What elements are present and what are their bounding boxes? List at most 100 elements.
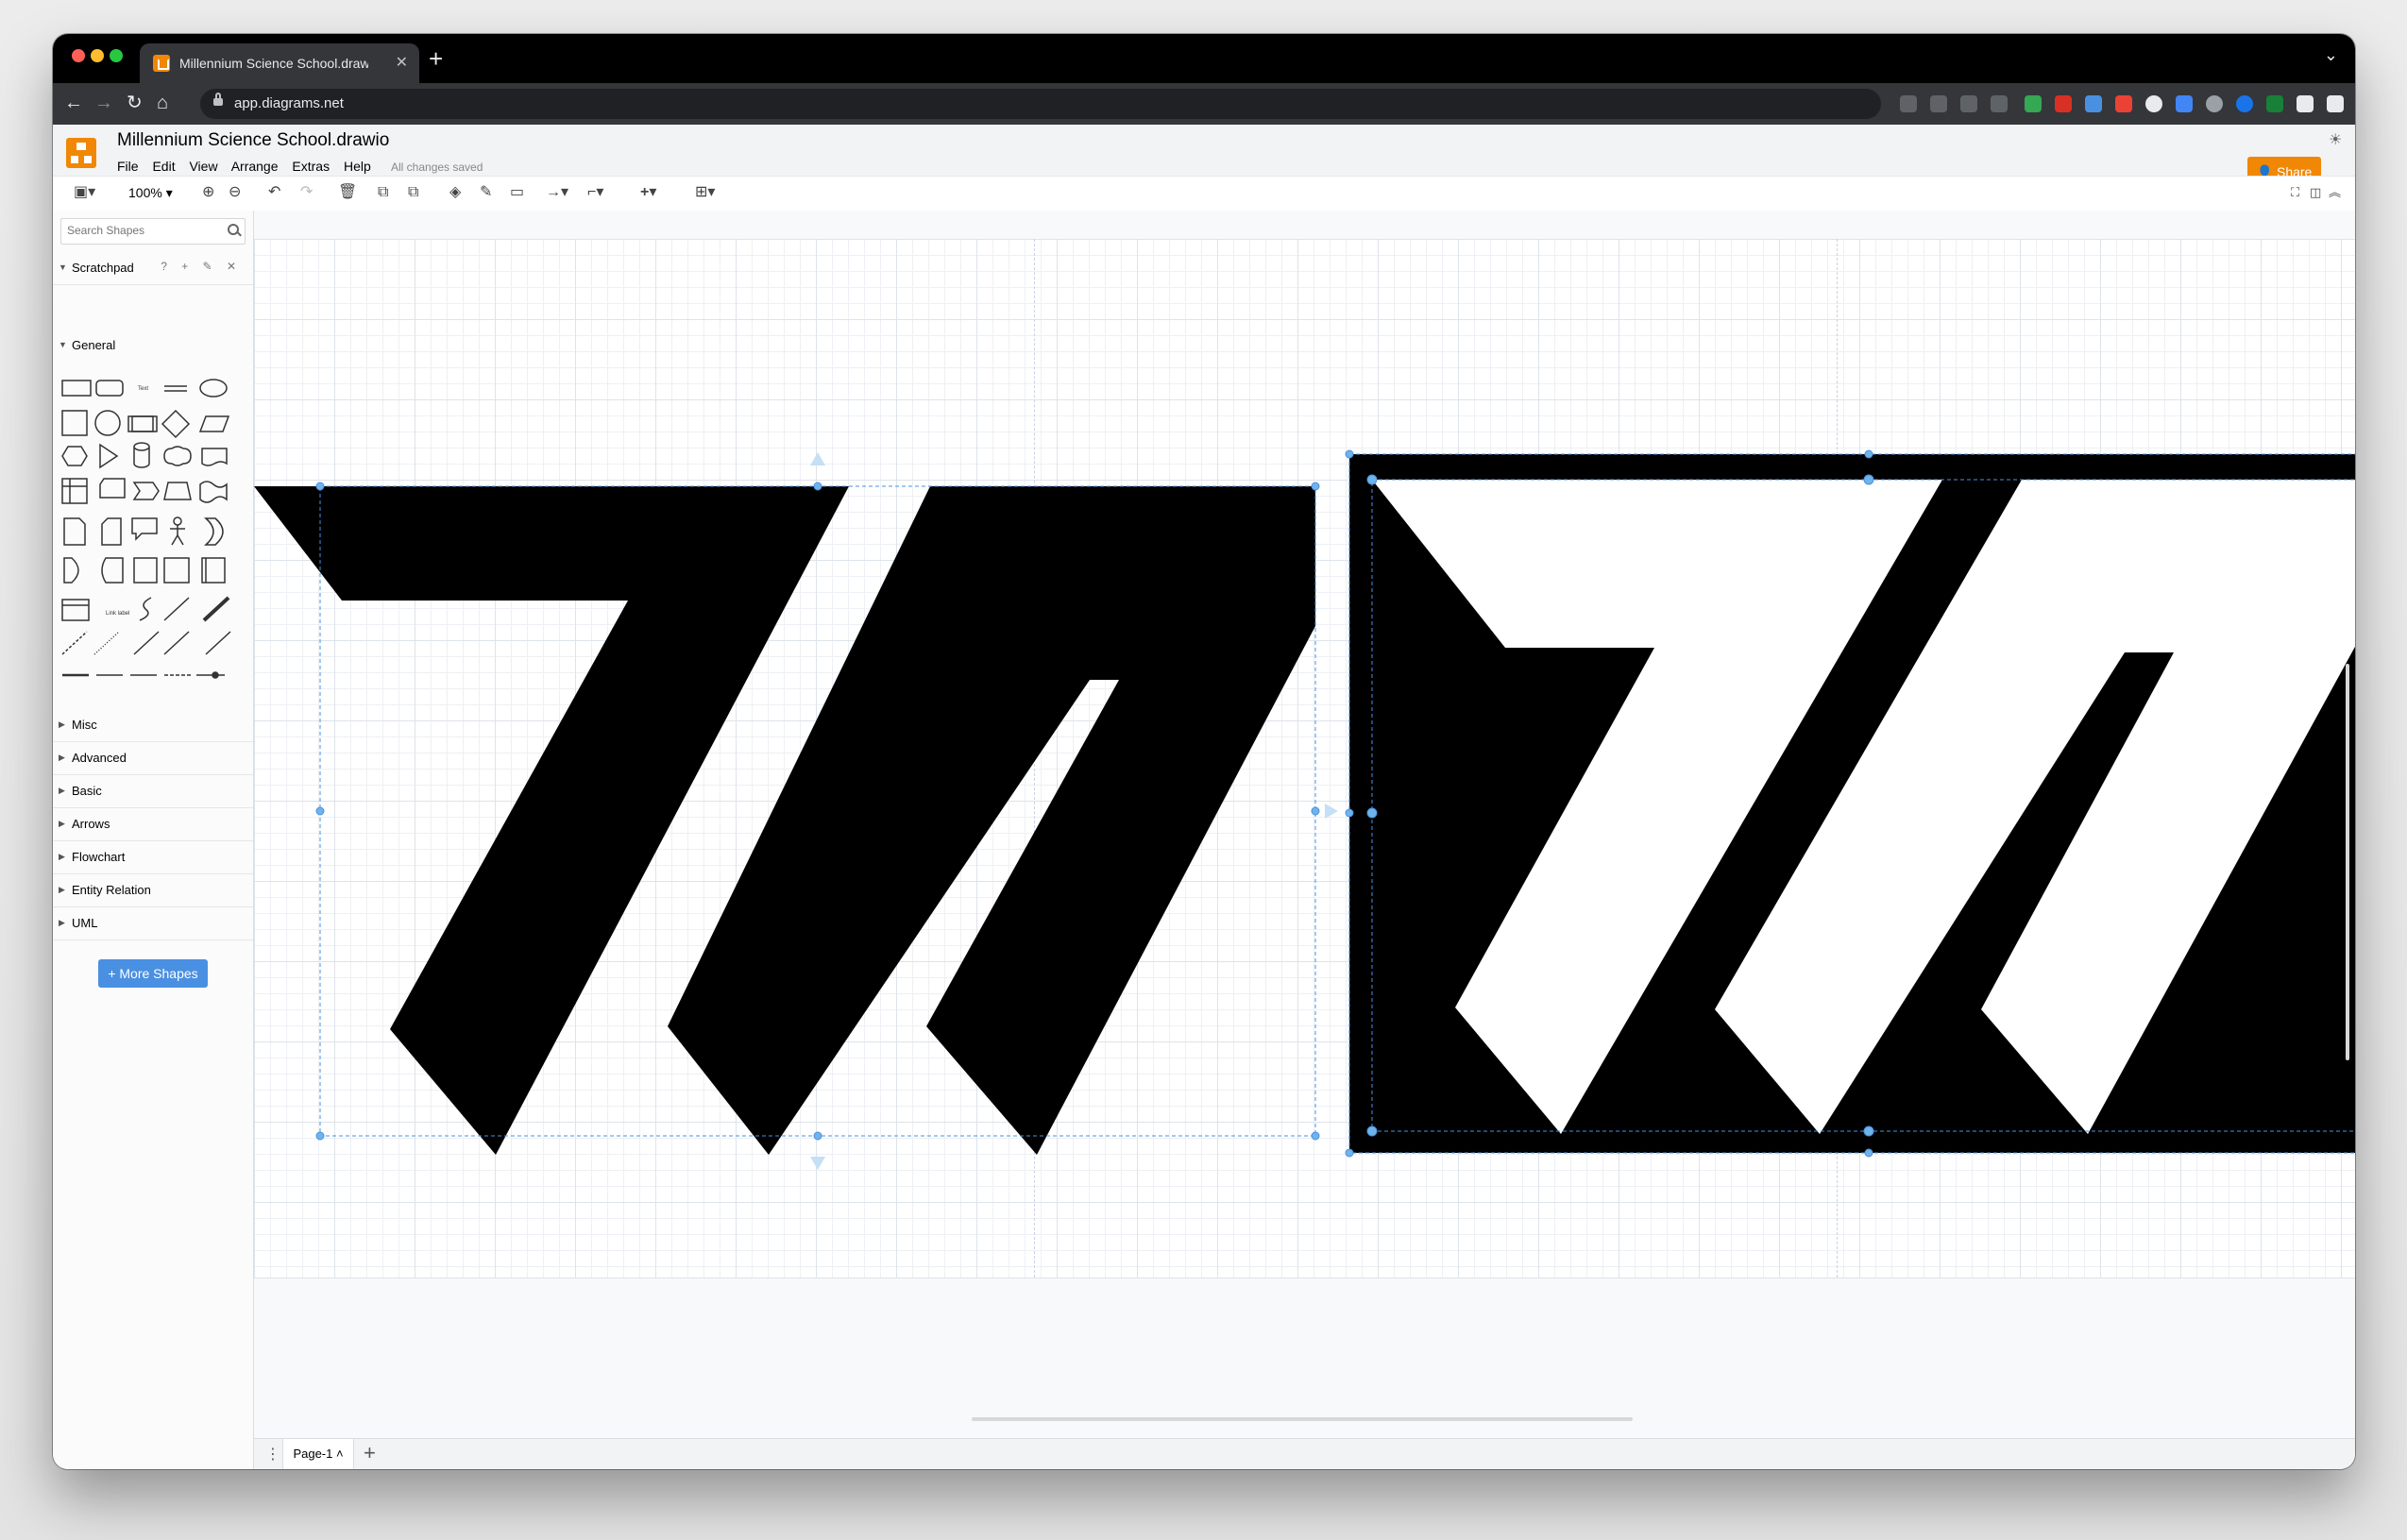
logo-inverted-shape[interactable] xyxy=(1349,454,2355,1153)
home-icon[interactable]: ⌂ xyxy=(157,92,168,114)
arrow-line-shape xyxy=(163,631,190,655)
chevron-down-icon: ▼ xyxy=(59,262,67,272)
trapezoid-shape xyxy=(163,482,192,500)
table-icon[interactable]: ⊞▾ xyxy=(695,182,715,203)
pages-menu-icon[interactable]: ⋮ xyxy=(265,1445,280,1464)
tab-close-icon[interactable]: ✕ xyxy=(396,43,408,83)
new-tab-button[interactable]: + xyxy=(429,43,443,74)
side-panel-icon[interactable] xyxy=(2327,95,2344,112)
logo-black-shape[interactable] xyxy=(254,486,1315,1155)
menu-extras[interactable]: Extras xyxy=(292,159,330,174)
internal-storage-shape xyxy=(61,478,88,504)
save-status: All changes saved xyxy=(391,161,483,174)
scratchpad-tools[interactable]: ? + ✎ ✕ xyxy=(161,260,242,273)
redo-icon[interactable]: ↷ xyxy=(300,182,313,203)
back-icon[interactable]: ← xyxy=(64,92,83,114)
circle-shape xyxy=(94,410,121,436)
add-page-icon[interactable]: + xyxy=(364,1441,376,1465)
line-color-icon[interactable]: ✎ xyxy=(480,182,492,203)
menu-edit[interactable]: Edit xyxy=(152,159,175,174)
section-label: Flowchart xyxy=(72,850,126,864)
search-icon[interactable] xyxy=(228,224,239,235)
scratchpad-section[interactable]: ▼ Scratchpad ? + ✎ ✕ xyxy=(53,254,253,285)
extension-face-icon[interactable] xyxy=(2206,95,2223,112)
sidebar-section-entity-relation[interactable]: ▶ Entity Relation xyxy=(53,876,253,907)
close-window-button[interactable] xyxy=(72,49,85,62)
browser-tab[interactable]: Millennium Science School.drawio ✕ xyxy=(140,43,419,83)
fill-color-icon[interactable]: ◈ xyxy=(449,182,461,203)
general-shapes-palette[interactable]: Text Link label xyxy=(53,367,253,679)
chevron-right-icon: ▶ xyxy=(59,819,65,828)
vertical-scrollbar[interactable] xyxy=(2346,664,2349,1060)
tab-page-1[interactable]: Page-1 ˄ xyxy=(282,1439,354,1469)
search-shapes-input[interactable] xyxy=(67,224,218,237)
frame-shape xyxy=(133,557,158,584)
sidebar-section-misc[interactable]: ▶ Misc xyxy=(53,711,253,742)
extension-grammar-icon[interactable] xyxy=(2266,95,2283,112)
to-back-icon[interactable]: ⧉ xyxy=(408,182,418,203)
horizontal-scrollbar[interactable] xyxy=(972,1417,1633,1421)
zoom-select[interactable]: 100% ▾ xyxy=(128,182,173,203)
diagram-canvas[interactable] xyxy=(254,211,2355,1438)
zoom-out-icon[interactable]: ⊖ xyxy=(229,182,241,203)
tape-shape xyxy=(199,481,228,503)
extension-window-icon[interactable] xyxy=(2176,95,2193,112)
sidebar-section-flowchart[interactable]: ▶ Flowchart xyxy=(53,843,253,874)
forward-icon[interactable]: → xyxy=(94,92,113,114)
search-box xyxy=(60,218,246,245)
delete-icon[interactable]: 🗑 xyxy=(338,182,357,203)
extension-blue-icon[interactable] xyxy=(2085,95,2102,112)
triangle-shape xyxy=(99,443,119,469)
zoom-in-icon[interactable]: ⊕ xyxy=(202,182,214,203)
document-shape xyxy=(201,448,228,466)
adblock-icon[interactable] xyxy=(2055,95,2072,112)
sidebar-section-uml[interactable]: ▶ UML xyxy=(53,909,253,940)
maximize-window-button[interactable] xyxy=(110,49,123,62)
connection-style-icon[interactable]: →▾ xyxy=(546,182,568,203)
menu-file[interactable]: File xyxy=(117,159,139,174)
shadow-icon[interactable]: ▭ xyxy=(510,182,524,203)
insert-icon[interactable]: +▾ xyxy=(640,182,656,203)
chevron-right-icon: ▶ xyxy=(59,753,65,762)
document-title[interactable]: Millennium Science School.drawio xyxy=(117,130,389,151)
menu-help[interactable]: Help xyxy=(344,159,371,174)
extension-green-icon[interactable] xyxy=(2025,95,2042,112)
url-field[interactable]: app.diagrams.net xyxy=(200,89,1881,119)
panel-layout-icon[interactable]: ▣▾ xyxy=(74,182,95,203)
container-shape xyxy=(163,557,190,584)
bookmark-star-icon[interactable] xyxy=(1991,95,2008,112)
extension-red-icon[interactable] xyxy=(2115,95,2132,112)
share-page-icon[interactable] xyxy=(1960,95,1977,112)
directional-arrow-shape xyxy=(205,631,231,655)
menu-arrange[interactable]: Arrange xyxy=(231,159,279,174)
svg-text:Text: Text xyxy=(138,386,148,392)
sidebar-section-arrows[interactable]: ▶ Arrows xyxy=(53,810,253,841)
tab-search-chevron-icon[interactable]: ⌄ xyxy=(2324,45,2338,65)
install-app-icon[interactable] xyxy=(1900,95,1917,112)
appearance-sun-icon[interactable]: ☀ xyxy=(2329,130,2342,149)
reload-icon[interactable]: ↻ xyxy=(127,92,143,114)
sidebar-section-advanced[interactable]: ▶ Advanced xyxy=(53,744,253,775)
more-shapes-button[interactable]: + More Shapes xyxy=(98,959,208,988)
rectangle-shape xyxy=(61,380,92,397)
sidebar-section-basic[interactable]: ▶ Basic xyxy=(53,777,253,808)
callout-shape xyxy=(131,517,158,541)
svg-text:Link label: Link label xyxy=(106,611,129,617)
rounded-rect-shape xyxy=(95,380,124,397)
to-front-icon[interactable]: ⧉ xyxy=(378,182,388,203)
collapse-icon[interactable]: ︽ xyxy=(2329,182,2341,203)
extension-circle-icon[interactable] xyxy=(2145,95,2162,112)
fullscreen-icon[interactable]: ⛶ xyxy=(2291,182,2299,203)
minimize-window-button[interactable] xyxy=(91,49,104,62)
page-action-icon[interactable] xyxy=(1930,95,1947,112)
password-manager-icon[interactable] xyxy=(2236,95,2253,112)
scratchpad-label: Scratchpad xyxy=(72,261,134,275)
extensions-puzzle-icon[interactable] xyxy=(2297,95,2314,112)
chevron-right-icon: ▶ xyxy=(59,885,65,894)
general-section[interactable]: ▼ General xyxy=(53,331,253,362)
format-panel-icon[interactable]: ◫ xyxy=(2310,182,2321,203)
general-label: General xyxy=(72,338,116,352)
menu-view[interactable]: View xyxy=(189,159,217,174)
undo-icon[interactable]: ↶ xyxy=(268,182,280,203)
waypoints-icon[interactable]: ⌐▾ xyxy=(587,182,603,203)
